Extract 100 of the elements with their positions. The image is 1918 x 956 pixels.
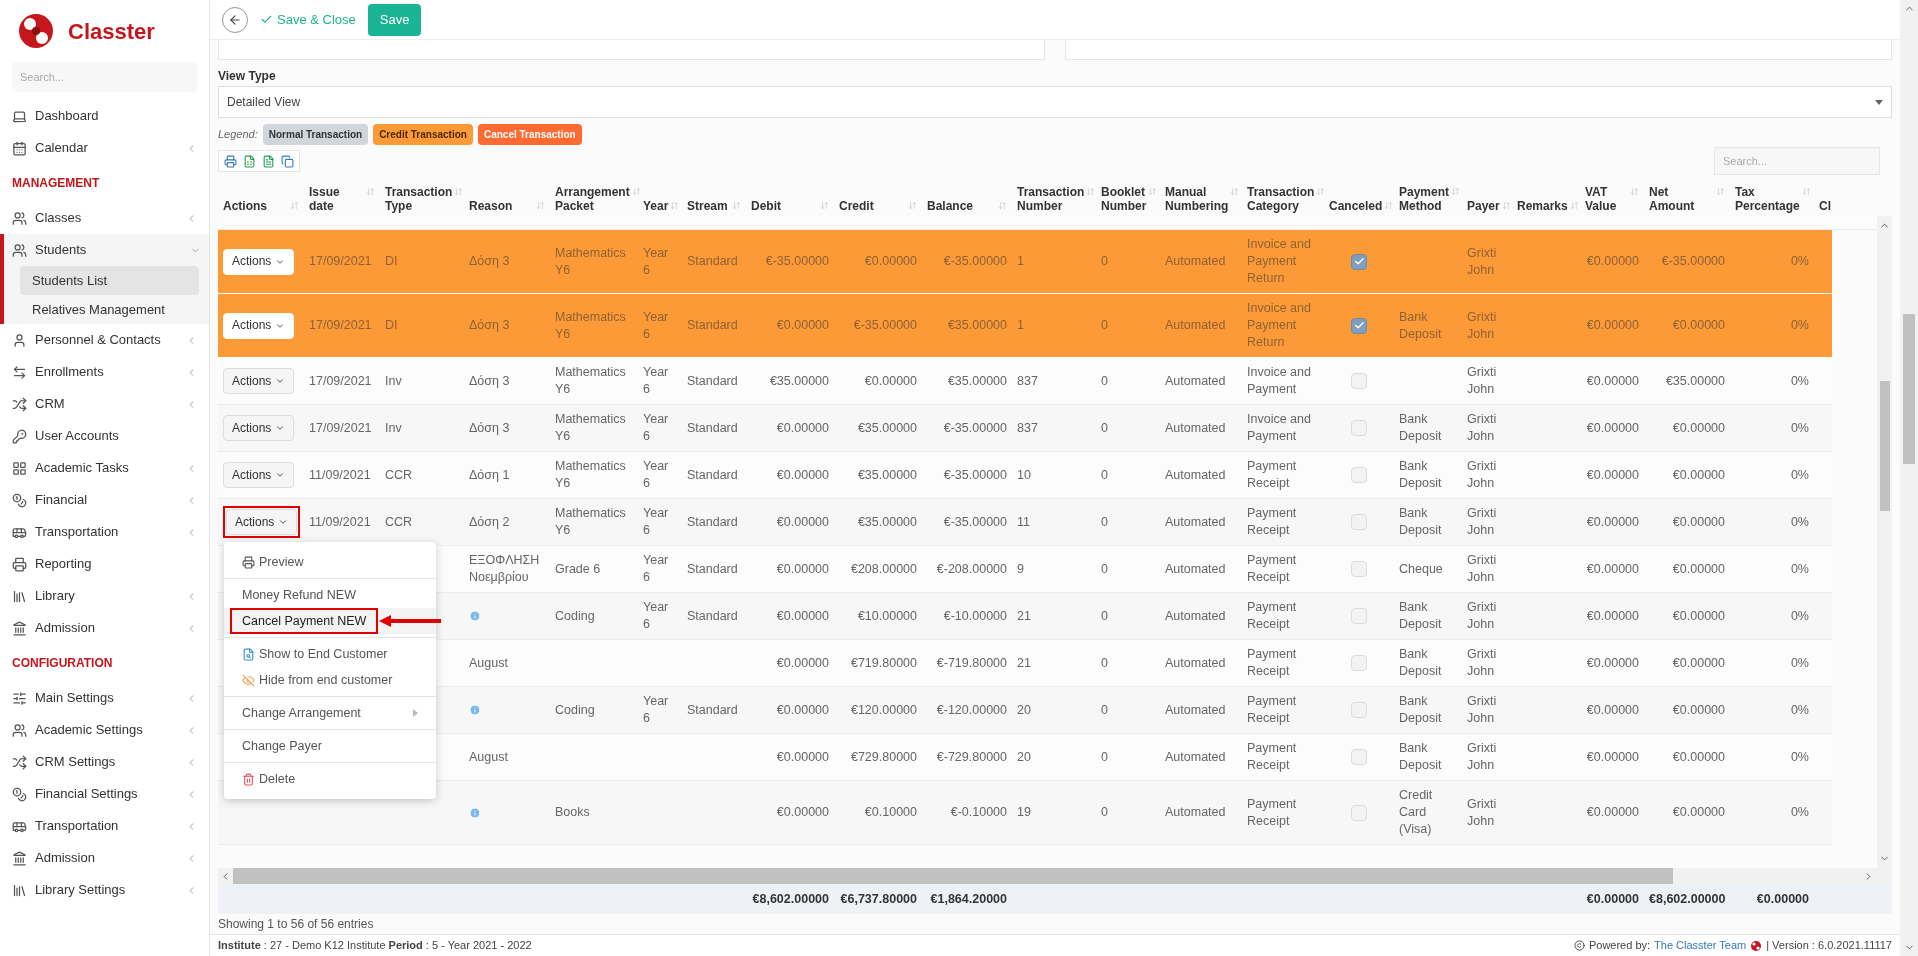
sort-icon[interactable] <box>1451 187 1461 196</box>
sort-icon[interactable] <box>820 201 829 210</box>
sidebar-item[interactable]: CRM Settings <box>0 746 209 778</box>
sidebar-item[interactable]: Financial Settings <box>0 778 209 810</box>
info-icon[interactable] <box>469 806 481 819</box>
sidebar-item[interactable]: Students <box>4 234 209 266</box>
sort-icon[interactable] <box>1148 187 1158 196</box>
column-header[interactable]: Transaction Category <box>1247 185 1315 213</box>
column-header[interactable]: Transaction Type <box>385 185 453 213</box>
table-cell: €0.00000 <box>1586 317 1639 334</box>
actions-button[interactable]: Actions <box>223 368 295 394</box>
column-header[interactable]: Payment Method <box>1399 185 1450 213</box>
sidebar-item[interactable]: Calendar <box>0 132 209 164</box>
sort-icon[interactable] <box>998 201 1007 210</box>
sort-icon[interactable] <box>1716 187 1725 196</box>
sort-icon[interactable] <box>1630 187 1639 196</box>
column-header[interactable]: Credit <box>839 199 874 213</box>
scrollbar[interactable] <box>1877 216 1892 868</box>
menu-item[interactable]: Money Refund NEW <box>230 582 430 608</box>
sidebar-item[interactable]: Academic Settings <box>0 714 209 746</box>
table-cell: 17/09/2021 <box>309 317 372 334</box>
scrollbar-thumb[interactable] <box>1903 314 1915 464</box>
document-icon[interactable] <box>262 154 275 168</box>
search-field[interactable]: Search... <box>1714 147 1880 175</box>
column-header[interactable]: Actions <box>223 199 267 213</box>
view-type-select[interactable]: Detailed View <box>218 86 1892 118</box>
column-header[interactable]: Tax Percentage <box>1735 185 1800 213</box>
column-header[interactable]: Reason <box>469 199 513 213</box>
checkbox[interactable] <box>1351 253 1367 270</box>
sort-icon[interactable] <box>1801 187 1811 196</box>
sidebar-item[interactable]: Transportation <box>0 516 209 548</box>
actions-button[interactable]: Actions <box>223 312 295 339</box>
menu-item[interactable]: Change Payer <box>230 733 430 759</box>
column-header[interactable]: Manual Numbering <box>1165 185 1229 213</box>
checkbox[interactable] <box>1351 317 1367 334</box>
column-header[interactable]: Canceled <box>1329 199 1383 213</box>
search-field[interactable]: Search... <box>12 62 197 92</box>
sort-icon[interactable] <box>536 201 545 210</box>
sidebar-item[interactable]: Reporting <box>0 548 209 580</box>
printer-icon[interactable] <box>224 154 237 168</box>
sidebar-item[interactable]: Library Settings <box>0 874 209 906</box>
sidebar-item[interactable]: Academic Tasks <box>0 452 209 484</box>
column-header[interactable]: Payer <box>1467 199 1500 213</box>
column-header[interactable]: Issue date <box>309 185 364 213</box>
sort-icon[interactable] <box>908 201 917 210</box>
sort-icon[interactable] <box>1501 201 1511 210</box>
menu-item[interactable]: Show to End Customer <box>230 641 430 667</box>
sort-icon[interactable] <box>290 201 299 210</box>
sort-icon[interactable] <box>1316 187 1326 196</box>
sort-icon[interactable] <box>732 201 741 210</box>
column-header[interactable]: Debit <box>751 199 781 213</box>
column-header[interactable]: VAT Value <box>1585 185 1628 213</box>
column-header[interactable]: Booklet Number <box>1101 185 1147 213</box>
menu-item[interactable]: Cancel Payment NEW <box>230 608 378 634</box>
sort-icon[interactable] <box>631 187 641 196</box>
column-header[interactable]: Year <box>643 199 669 213</box>
sidebar-item[interactable]: CRM <box>0 388 209 420</box>
menu-item[interactable]: Preview <box>230 549 430 575</box>
info-icon[interactable] <box>469 610 481 622</box>
actions-button[interactable]: Actions <box>223 415 295 441</box>
sidebar-item[interactable]: Enrollments <box>0 356 209 388</box>
actions-button[interactable]: Actions <box>223 462 295 488</box>
sidebar-item[interactable]: Library <box>0 580 209 612</box>
sort-icon[interactable] <box>1569 201 1579 210</box>
submenu-item[interactable]: Students List <box>20 266 199 295</box>
submenu-item[interactable]: Relatives Management <box>20 295 199 324</box>
sidebar-item[interactable]: Dashboard <box>0 100 209 132</box>
sidebar-item[interactable]: Classes <box>0 202 209 234</box>
actions-button[interactable]: Actions <box>226 509 298 535</box>
spreadsheet-icon[interactable] <box>243 154 256 168</box>
sort-icon[interactable] <box>366 187 375 196</box>
page-scrollbar[interactable] <box>1900 0 1918 956</box>
column-header[interactable]: Balance <box>927 199 974 213</box>
info-icon[interactable] <box>469 704 481 716</box>
column-header[interactable]: Remarks <box>1517 199 1568 213</box>
column-header[interactable]: Net Amount <box>1649 185 1714 213</box>
menu-item[interactable]: Change Arrangement <box>230 700 430 726</box>
sort-icon[interactable] <box>1384 201 1394 210</box>
column-header[interactable]: Stream <box>687 199 728 213</box>
menu-item[interactable]: Hide from end customer <box>230 667 430 693</box>
sort-icon[interactable] <box>1086 187 1096 196</box>
sort-icon[interactable] <box>454 187 464 196</box>
actions-button[interactable]: Actions <box>223 248 295 275</box>
trash-icon <box>242 772 255 786</box>
sidebar-item[interactable]: Admission <box>0 612 209 644</box>
sort-icon[interactable] <box>1230 187 1240 196</box>
column-header[interactable]: Arrangement Packet <box>555 185 630 213</box>
sidebar-item[interactable]: Main Settings <box>0 682 209 714</box>
sidebar-item[interactable]: Financial <box>0 484 209 516</box>
sidebar-item[interactable]: Admission <box>0 842 209 874</box>
copy-icon[interactable] <box>281 154 294 168</box>
column-header[interactable]: Cl <box>1819 199 1831 213</box>
column-header[interactable]: Transaction Number <box>1017 185 1085 213</box>
sidebar-item[interactable]: Personnel & Contacts <box>0 324 209 356</box>
menu-item[interactable]: Delete <box>230 766 430 792</box>
sidebar-item[interactable]: Transportation <box>0 810 209 842</box>
sort-icon[interactable] <box>670 201 680 210</box>
sidebar-item[interactable]: User Accounts <box>0 420 209 452</box>
team-link[interactable]: The Classter Team <box>1654 937 1747 954</box>
scrollbar-thumb[interactable] <box>1879 381 1890 511</box>
